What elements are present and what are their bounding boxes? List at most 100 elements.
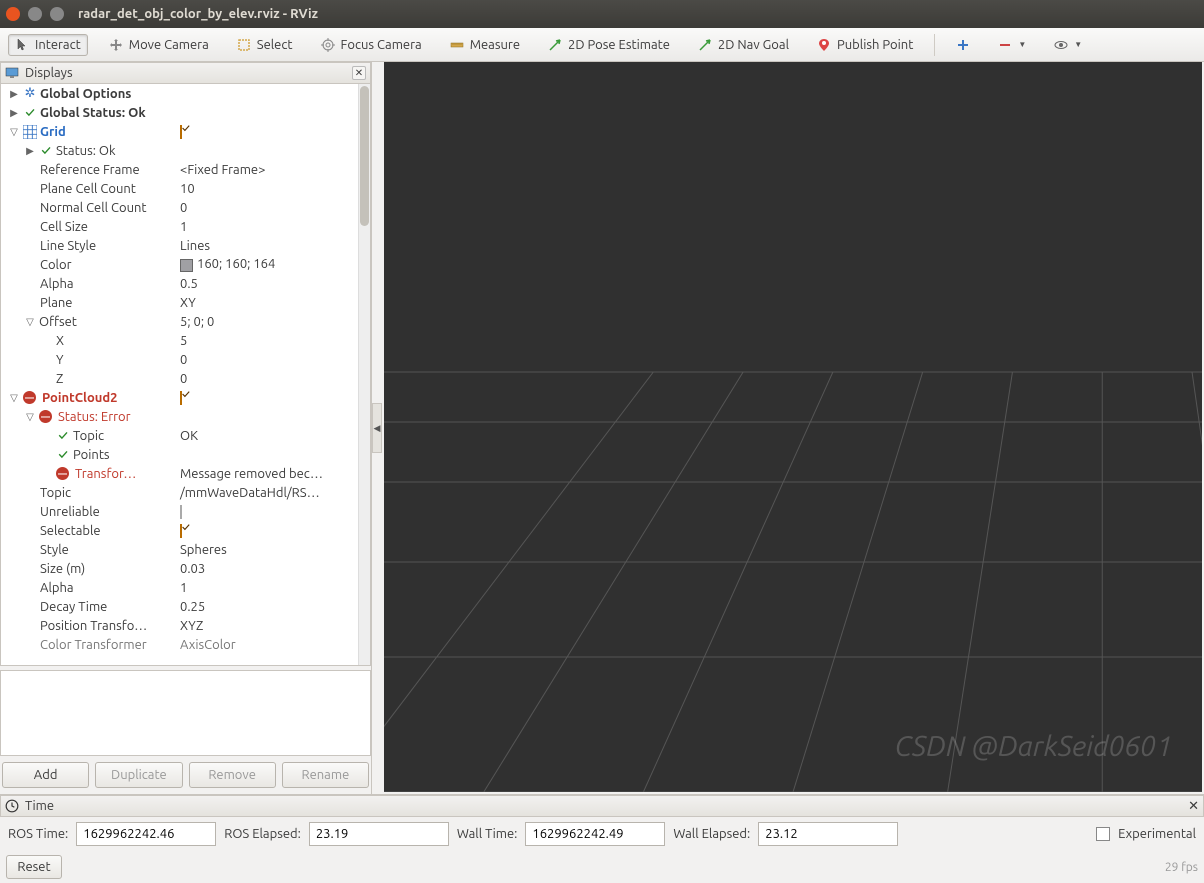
focus-icon [321, 38, 335, 52]
property-plane[interactable]: PlaneXY [1, 293, 358, 312]
monitor-icon [5, 66, 19, 80]
enabled-checkbox[interactable] [180, 391, 182, 405]
plus-button[interactable] [949, 34, 977, 56]
eye-button[interactable]: ▼ [1047, 34, 1089, 56]
render-area: ◀ CSDN @DarkSeid0601 [372, 62, 1204, 794]
expander-icon[interactable]: ▽ [8, 126, 20, 138]
measure-button[interactable]: Measure [443, 34, 527, 56]
tree-item-global-status[interactable]: ▶✓Global Status: Ok [1, 103, 358, 122]
displays-panel-title: Displays [25, 66, 346, 80]
window-close-button[interactable] [6, 7, 20, 21]
property-alpha2[interactable]: Alpha1 [1, 578, 358, 597]
window-title: radar_det_obj_color_by_elev.rviz - RViz [78, 7, 318, 21]
displays-panel-header[interactable]: Displays ✕ [0, 62, 371, 84]
property-line-style[interactable]: Line StyleLines [1, 236, 358, 255]
property-alpha[interactable]: Alpha0.5 [1, 274, 358, 293]
property-offset-x[interactable]: X5 [1, 331, 358, 350]
grid-icon [23, 125, 37, 139]
check-icon: ✓ [56, 448, 70, 462]
remove-button[interactable]: Remove [189, 762, 276, 788]
experimental-checkbox[interactable] [1096, 827, 1110, 841]
property-reference-frame[interactable]: Reference Frame<Fixed Frame> [1, 160, 358, 179]
ros-elapsed-field[interactable] [309, 822, 449, 846]
tree-item-grid-status[interactable]: ▶✓Status: Ok [1, 141, 358, 160]
status-transform[interactable]: —Transfor…Message removed bec… [1, 464, 358, 483]
property-offset[interactable]: ▽Offset5; 0; 0 [1, 312, 358, 331]
displays-panel: Displays ✕ ▶✲Global Options ▶✓Global Sta… [0, 62, 372, 794]
displays-tree[interactable]: ▶✲Global Options ▶✓Global Status: Ok ▽Gr… [1, 84, 358, 665]
property-selectable[interactable]: Selectable [1, 521, 358, 540]
wall-time-field[interactable] [525, 822, 665, 846]
plus-icon [956, 38, 970, 52]
rename-button[interactable]: Rename [282, 762, 369, 788]
publish-point-button[interactable]: Publish Point [810, 34, 920, 56]
property-cell-size[interactable]: Cell Size1 [1, 217, 358, 236]
expander-icon[interactable]: ▽ [24, 411, 36, 423]
interact-label: Interact [35, 38, 81, 52]
time-panel: Time ✕ ROS Time: ROS Elapsed: Wall Time:… [0, 794, 1204, 851]
focus-camera-label: Focus Camera [341, 38, 422, 52]
property-color[interactable]: Color160; 160; 164 [1, 255, 358, 274]
expander-icon[interactable]: ▽ [8, 392, 20, 404]
ros-time-field[interactable] [76, 822, 216, 846]
reset-button[interactable]: Reset [6, 855, 62, 879]
chevron-down-icon: ▼ [1018, 40, 1026, 49]
tree-item-global-options[interactable]: ▶✲Global Options [1, 84, 358, 103]
expander-icon[interactable]: ▶ [8, 88, 20, 100]
panel-close-button[interactable]: ✕ [352, 66, 366, 80]
interact-button[interactable]: Interact [8, 34, 88, 56]
tree-scrollbar[interactable] [358, 84, 370, 665]
minus-button[interactable]: ▼ [991, 34, 1033, 56]
expander-icon[interactable]: ▶ [24, 145, 36, 157]
pose-estimate-button[interactable]: 2D Pose Estimate [541, 34, 677, 56]
nav-goal-button[interactable]: 2D Nav Goal [691, 34, 796, 56]
clock-icon [5, 799, 19, 813]
expander-icon[interactable]: ▽ [24, 316, 36, 328]
focus-camera-button[interactable]: Focus Camera [314, 34, 429, 56]
selectable-checkbox[interactable] [180, 524, 182, 538]
wall-time-label: Wall Time: [457, 827, 518, 841]
property-position-transformer[interactable]: Position Transfo…XYZ [1, 616, 358, 635]
wall-elapsed-label: Wall Elapsed: [673, 827, 750, 841]
property-offset-y[interactable]: Y0 [1, 350, 358, 369]
window-maximize-button[interactable] [50, 7, 64, 21]
time-panel-header[interactable]: Time ✕ [0, 795, 1204, 817]
tree-item-pointcloud2[interactable]: ▽—PointCloud2 [1, 388, 358, 407]
scrollbar-thumb[interactable] [360, 86, 369, 226]
color-swatch[interactable] [180, 259, 193, 272]
property-unreliable[interactable]: Unreliable [1, 502, 358, 521]
check-icon: ✓ [56, 429, 70, 443]
property-color-transformer[interactable]: Color TransformerAxisColor [1, 635, 358, 654]
tree-item-pc-status[interactable]: ▽—Status: Error [1, 407, 358, 426]
expander-icon[interactable]: ▶ [8, 107, 20, 119]
status-topic[interactable]: ✓TopicOK [1, 426, 358, 445]
property-decay[interactable]: Decay Time0.25 [1, 597, 358, 616]
add-button[interactable]: Add [2, 762, 89, 788]
window-minimize-button[interactable] [28, 7, 42, 21]
property-style[interactable]: StyleSpheres [1, 540, 358, 559]
property-plane-cell-count[interactable]: Plane Cell Count10 [1, 179, 358, 198]
green-arrow-icon [548, 38, 562, 52]
error-icon: — [23, 391, 36, 404]
tree-item-grid[interactable]: ▽Grid [1, 122, 358, 141]
status-points[interactable]: ✓Points [1, 445, 358, 464]
property-size[interactable]: Size (m)0.03 [1, 559, 358, 578]
unreliable-checkbox[interactable] [180, 505, 182, 519]
panel-close-button[interactable]: ✕ [1188, 799, 1199, 814]
property-offset-z[interactable]: Z0 [1, 369, 358, 388]
3d-viewport[interactable]: CSDN @DarkSeid0601 [384, 62, 1202, 792]
minus-icon [998, 38, 1012, 52]
measure-label: Measure [470, 38, 520, 52]
wall-elapsed-field[interactable] [758, 822, 898, 846]
panel-collapse-handle[interactable]: ◀ [372, 403, 382, 453]
select-button[interactable]: Select [230, 34, 300, 56]
publish-point-label: Publish Point [837, 38, 913, 52]
property-topic[interactable]: Topic/mmWaveDataHdl/RS… [1, 483, 358, 502]
error-icon: — [56, 467, 69, 480]
toolbar-separator [934, 34, 935, 56]
duplicate-button[interactable]: Duplicate [95, 762, 182, 788]
enabled-checkbox[interactable] [180, 125, 182, 139]
eye-icon [1054, 38, 1068, 52]
move-camera-button[interactable]: Move Camera [102, 34, 216, 56]
property-normal-cell-count[interactable]: Normal Cell Count0 [1, 198, 358, 217]
